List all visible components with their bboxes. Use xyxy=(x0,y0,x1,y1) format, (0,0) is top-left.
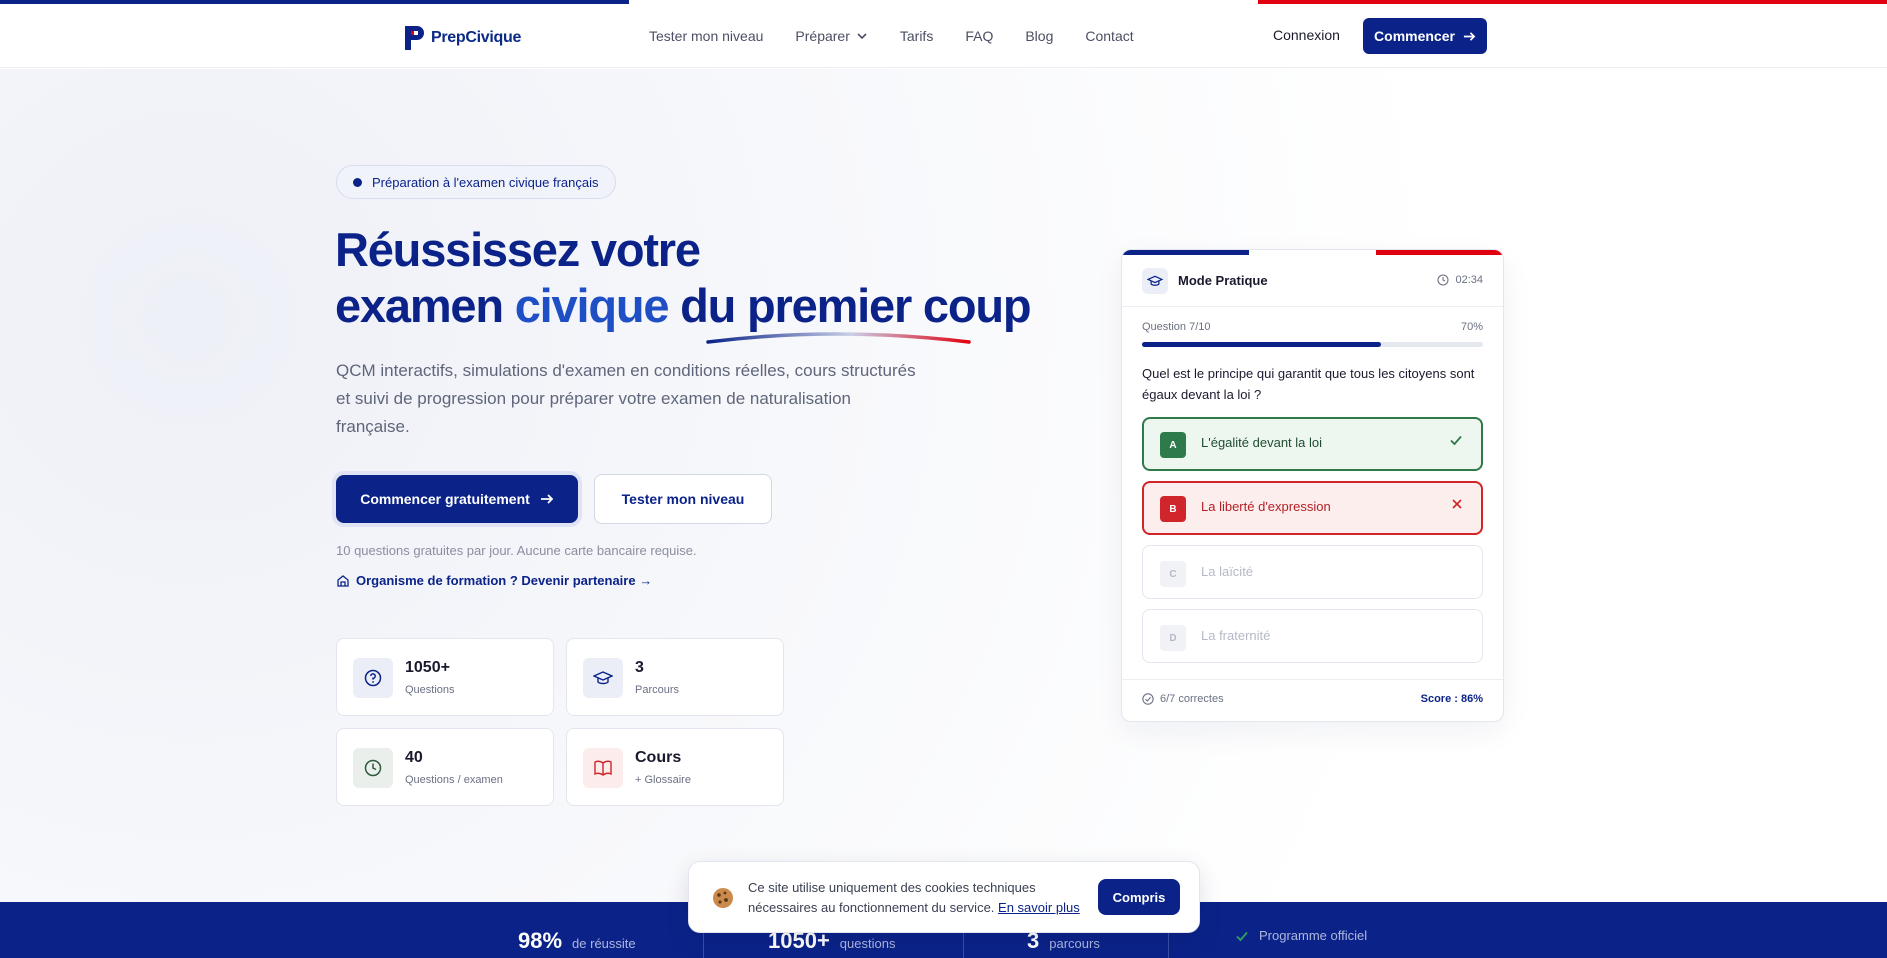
hero-title-line1: Réussissez votre xyxy=(335,223,701,276)
site-header: PrepCivique Tester mon niveau Préparer T… xyxy=(0,4,1887,68)
band-label: questions xyxy=(839,936,896,951)
hero-title-part: du xyxy=(668,279,748,332)
band-item-official: Programme officiel xyxy=(1235,928,1367,943)
cookie-learn-more-link[interactable]: En savoir plus xyxy=(998,900,1080,915)
main-nav: Tester mon niveau Préparer Tarifs FAQ Bl… xyxy=(649,4,1134,68)
stat-label: Parcours xyxy=(635,684,680,696)
stat-value: Cours xyxy=(635,749,682,766)
arrow-right-icon xyxy=(540,494,554,504)
option-text: La fraternité xyxy=(1201,628,1271,643)
stat-value: 1050+ xyxy=(405,659,450,676)
check-circle-icon xyxy=(1142,693,1154,705)
arrow-right-icon xyxy=(1463,31,1476,41)
band-label: de réussite xyxy=(572,936,636,951)
answer-option-d[interactable]: D La fraternité xyxy=(1142,609,1483,663)
question-circle-icon xyxy=(353,658,393,698)
answer-option-b[interactable]: B La liberté d'expression xyxy=(1142,481,1483,535)
option-text: L'égalité devant la loi xyxy=(1201,435,1323,450)
option-letter: D xyxy=(1160,625,1186,651)
partner-link-label: Organisme de formation ? Devenir partena… xyxy=(356,573,653,588)
nav-item-contact[interactable]: Contact xyxy=(1085,28,1133,44)
nav-item-label: Préparer xyxy=(795,28,850,44)
question-progress-label: Question 7/10 xyxy=(1142,321,1211,333)
graduation-cap-icon xyxy=(583,658,623,698)
chevron-down-icon xyxy=(857,33,867,40)
cookie-text: Ce site utilise uniquement des cookies t… xyxy=(748,878,1093,918)
quiz-timer-value: 02:34 xyxy=(1455,274,1483,286)
dot-icon xyxy=(353,177,362,187)
band-label: parcours xyxy=(1049,936,1100,951)
quiz-preview-card: Mode Pratique 02:34 Question 7/10 70% Qu… xyxy=(1121,249,1504,722)
hero-title-accent: civique xyxy=(514,279,670,332)
nav-item-tarifs[interactable]: Tarifs xyxy=(900,28,933,44)
correct-count: 6/7 correctes xyxy=(1142,693,1224,705)
quiz-footer: 6/7 correctes Score : 86% xyxy=(1122,679,1503,721)
free-note: 10 questions gratuites par jour. Aucune … xyxy=(336,543,697,558)
band-number: 98% xyxy=(518,928,563,953)
stat-label: Questions / examen xyxy=(405,774,503,786)
option-letter: B xyxy=(1160,496,1186,522)
hero-title-highlight: premier coup xyxy=(747,279,1032,332)
nav-item-preparer[interactable]: Préparer xyxy=(795,28,867,44)
quiz-header: Mode Pratique 02:34 xyxy=(1122,255,1503,307)
close-icon xyxy=(1451,497,1463,515)
stat-value: 40 xyxy=(405,749,423,766)
building-icon xyxy=(337,574,349,587)
cookie-message: Ce site utilise uniquement des cookies t… xyxy=(748,880,1036,915)
partner-link[interactable]: Organisme de formation ? Devenir partena… xyxy=(336,573,652,588)
hero-background xyxy=(0,69,1887,902)
stat-label: Questions xyxy=(405,684,455,696)
hero-title-part: examen xyxy=(335,279,515,332)
stat-card-parcours: 3 Parcours xyxy=(566,638,784,716)
nav-item-faq[interactable]: FAQ xyxy=(965,28,993,44)
start-button[interactable]: Commencer xyxy=(1363,18,1487,54)
check-icon xyxy=(1236,931,1248,941)
logo-text: PrepCivique xyxy=(431,29,522,46)
question-text: Quel est le principe qui garantit que to… xyxy=(1142,366,1475,402)
check-icon xyxy=(1449,433,1463,452)
answer-option-a[interactable]: A L'égalité devant la loi xyxy=(1142,417,1483,471)
band-item-success: 98% de réussite xyxy=(518,928,636,954)
cookie-accept-button[interactable]: Compris xyxy=(1098,879,1180,915)
option-text: La laïcité xyxy=(1201,564,1254,579)
login-link[interactable]: Connexion xyxy=(1273,27,1340,43)
title-underline-decoration xyxy=(706,332,971,344)
test-level-button[interactable]: Tester mon niveau xyxy=(594,474,772,524)
stat-value: 3 xyxy=(635,659,644,676)
logo-mark-icon xyxy=(403,24,427,52)
start-button-label: Commencer xyxy=(1374,28,1455,44)
answer-option-c[interactable]: C La laïcité xyxy=(1142,545,1483,599)
book-open-icon xyxy=(583,748,623,788)
nav-item-tester[interactable]: Tester mon niveau xyxy=(649,28,763,44)
stat-card-cours: Cours + Glossaire xyxy=(566,728,784,806)
quiz-mode-title: Mode Pratique xyxy=(1178,273,1268,288)
cookie-icon xyxy=(711,886,735,916)
option-text: La liberté d'expression xyxy=(1201,499,1331,514)
band-label: Programme officiel xyxy=(1259,928,1368,943)
hero-title: Réussissez votre examen civique du premi… xyxy=(335,222,1032,334)
start-free-label: Commencer gratuitement xyxy=(360,491,530,507)
hero-badge-label: Préparation à l'examen civique français xyxy=(372,174,599,190)
hero-badge: Préparation à l'examen civique français xyxy=(336,165,616,199)
stat-label: + Glossaire xyxy=(635,774,691,786)
stat-card-questions: 1050+ Questions xyxy=(336,638,554,716)
nav-item-blog[interactable]: Blog xyxy=(1025,28,1053,44)
question-progress-fill xyxy=(1142,342,1381,347)
option-letter: A xyxy=(1160,432,1186,458)
question-progress-bar xyxy=(1142,342,1483,347)
start-free-button[interactable]: Commencer gratuitement xyxy=(336,475,578,523)
quiz-timer: 02:34 xyxy=(1437,274,1483,286)
clock-icon xyxy=(1437,274,1450,286)
hero-description: QCM interactifs, simulations d'examen en… xyxy=(336,361,916,436)
stat-card-exam: 40 Questions / examen xyxy=(336,728,554,806)
question-progress-percent: 70% xyxy=(1460,321,1483,333)
correct-count-label: 6/7 correctes xyxy=(1160,693,1224,705)
clock-icon xyxy=(353,748,393,788)
option-letter: C xyxy=(1160,561,1186,587)
cookie-banner: Ce site utilise uniquement des cookies t… xyxy=(688,861,1200,933)
graduation-cap-icon xyxy=(1142,268,1168,294)
score-label: Score : 86% xyxy=(1420,693,1483,705)
logo[interactable]: PrepCivique xyxy=(403,24,521,52)
